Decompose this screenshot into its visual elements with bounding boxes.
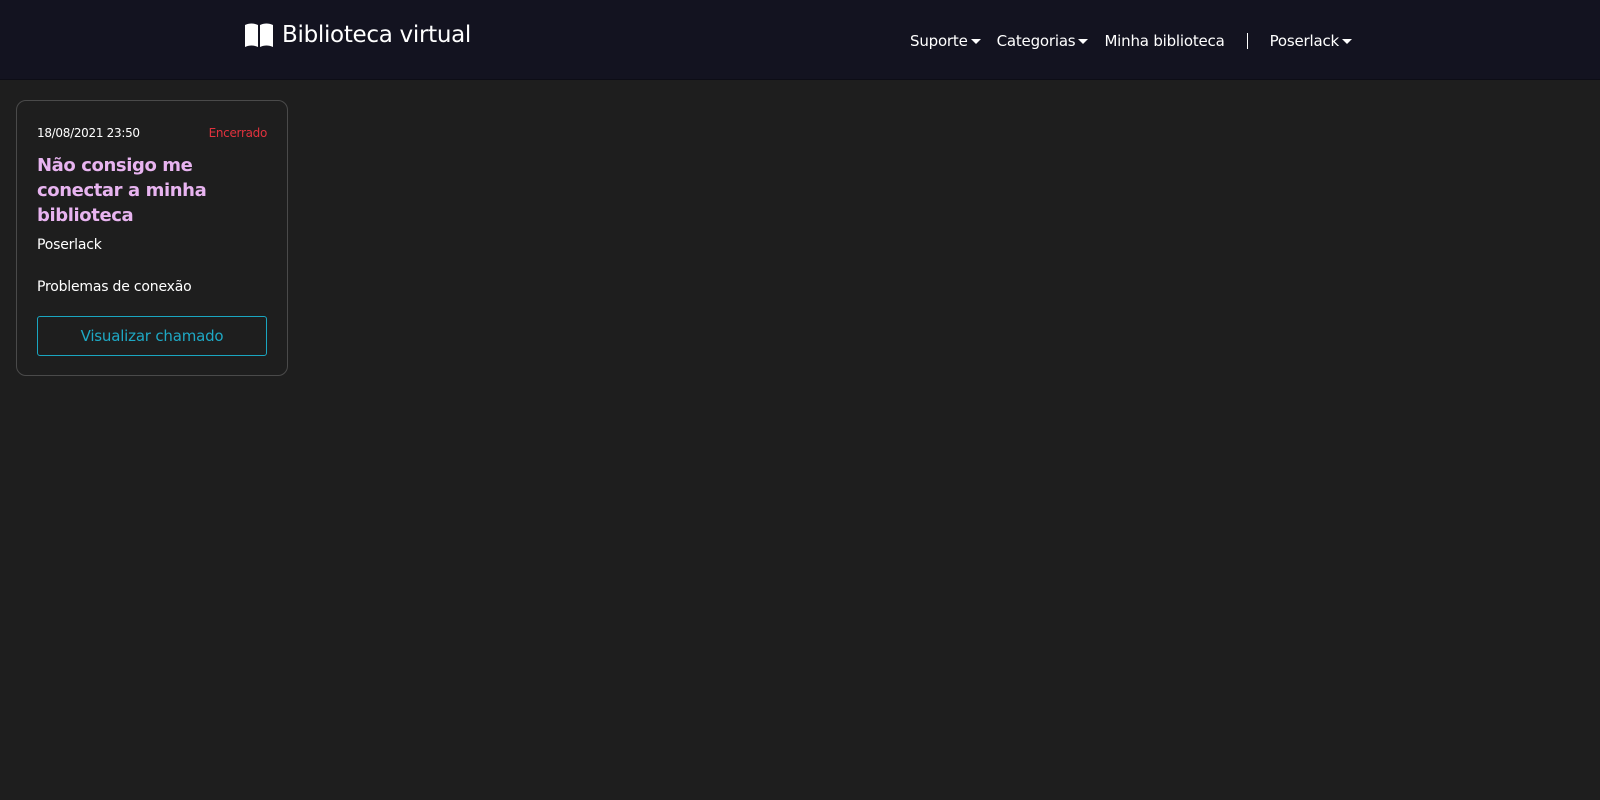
ticket-status: Encerrado: [208, 126, 268, 140]
nav-item-suporte[interactable]: Suporte: [910, 32, 981, 50]
nav-item-label: Suporte: [910, 32, 968, 50]
ticket-title: Não consigo me conectar a minha bibliote…: [37, 155, 207, 226]
nav-item-label: Categorias: [996, 32, 1076, 50]
nav-item-minha-biblioteca[interactable]: Minha biblioteca: [1104, 32, 1224, 50]
nav-menu: Suporte Categorias Minha biblioteca Pose…: [910, 28, 1352, 54]
navbar: Biblioteca virtual Suporte Categorias Mi…: [0, 0, 1600, 80]
caret-down-icon: [1342, 39, 1352, 44]
view-ticket-button[interactable]: Visualizar chamado: [37, 316, 267, 356]
brand-title: Biblioteca virtual: [282, 22, 471, 48]
ticket-card: 18/08/2021 23:50 Encerrado Não consigo m…: [16, 100, 288, 376]
open-book-icon: [244, 22, 274, 48]
ticket-author: Poserlack: [37, 237, 102, 253]
nav-divider: [1246, 33, 1248, 49]
brand-link[interactable]: Biblioteca virtual: [244, 22, 471, 48]
user-name: Poserlack: [1269, 32, 1340, 50]
ticket-category: Problemas de conexão: [37, 279, 192, 295]
caret-down-icon: [970, 39, 981, 44]
ticket-date: 18/08/2021 23:50: [37, 126, 140, 140]
caret-down-icon: [1078, 39, 1089, 44]
nav-item-label: Minha biblioteca: [1104, 32, 1225, 50]
nav-item-categorias[interactable]: Categorias: [997, 32, 1089, 50]
user-menu[interactable]: Poserlack: [1270, 32, 1352, 50]
page: Biblioteca virtual Suporte Categorias Mi…: [0, 0, 1600, 800]
